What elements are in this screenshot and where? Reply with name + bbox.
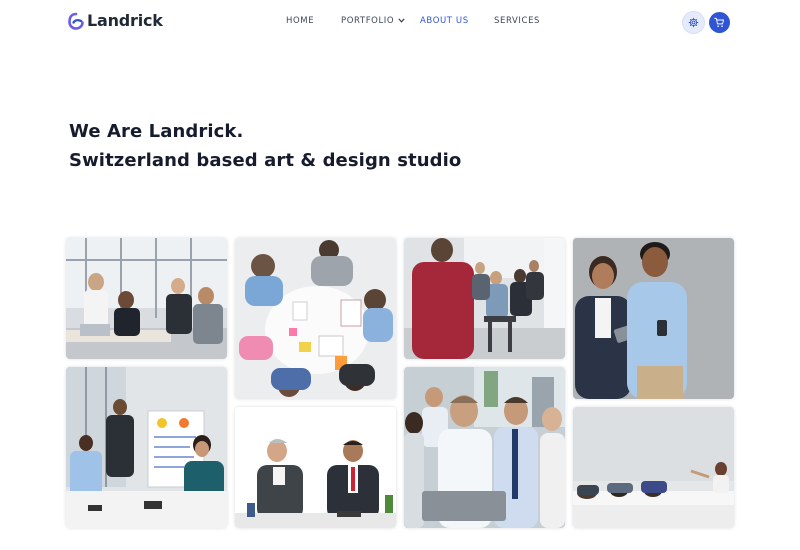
- hero-subtitle: Switzerland based art & design studio: [69, 150, 462, 171]
- gallery-image-4[interactable]: [573, 238, 734, 399]
- whiteboard-presentation-photo: [66, 367, 227, 528]
- group-portrait-laptop-photo: [404, 367, 565, 528]
- brand-logo[interactable]: Landrick: [68, 11, 163, 30]
- cart-button[interactable]: [709, 12, 730, 33]
- logo-icon: [68, 12, 84, 30]
- nav-item-home[interactable]: HOME: [286, 16, 314, 26]
- gear-icon: [688, 17, 699, 28]
- hero-title: We Are Landrick.: [69, 121, 244, 142]
- presentation-audience-photo: [404, 238, 565, 359]
- gallery-image-1[interactable]: [66, 238, 227, 359]
- cart-icon: [714, 17, 725, 27]
- chevron-down-icon: [398, 18, 405, 23]
- two-colleagues-smiling-photo: [573, 238, 734, 399]
- tired-team-at-table-photo: [573, 407, 734, 528]
- nav-item-portfolio-label: PORTFOLIO: [341, 16, 395, 26]
- nav-item-about-us[interactable]: ABOUT US: [420, 16, 469, 26]
- gallery-image-2[interactable]: [235, 238, 396, 399]
- top-navbar: Landrick HOME PORTFOLIO ABOUT US SERVICE…: [0, 0, 800, 44]
- gallery-image-5[interactable]: [66, 367, 227, 528]
- team-meeting-top-view-photo: [235, 238, 396, 399]
- gallery-image-7[interactable]: [404, 367, 565, 528]
- nav-item-services[interactable]: SERVICES: [494, 16, 540, 26]
- settings-button[interactable]: [683, 12, 704, 33]
- brand-name: Landrick: [87, 11, 163, 30]
- team-celebrating-photo: [66, 238, 227, 359]
- gallery-image-6[interactable]: [235, 407, 396, 528]
- two-businessmen-talking-photo: [235, 407, 396, 528]
- nav-item-portfolio[interactable]: PORTFOLIO: [341, 16, 405, 26]
- gallery-image-3[interactable]: [404, 238, 565, 359]
- gallery-image-8[interactable]: [573, 407, 734, 528]
